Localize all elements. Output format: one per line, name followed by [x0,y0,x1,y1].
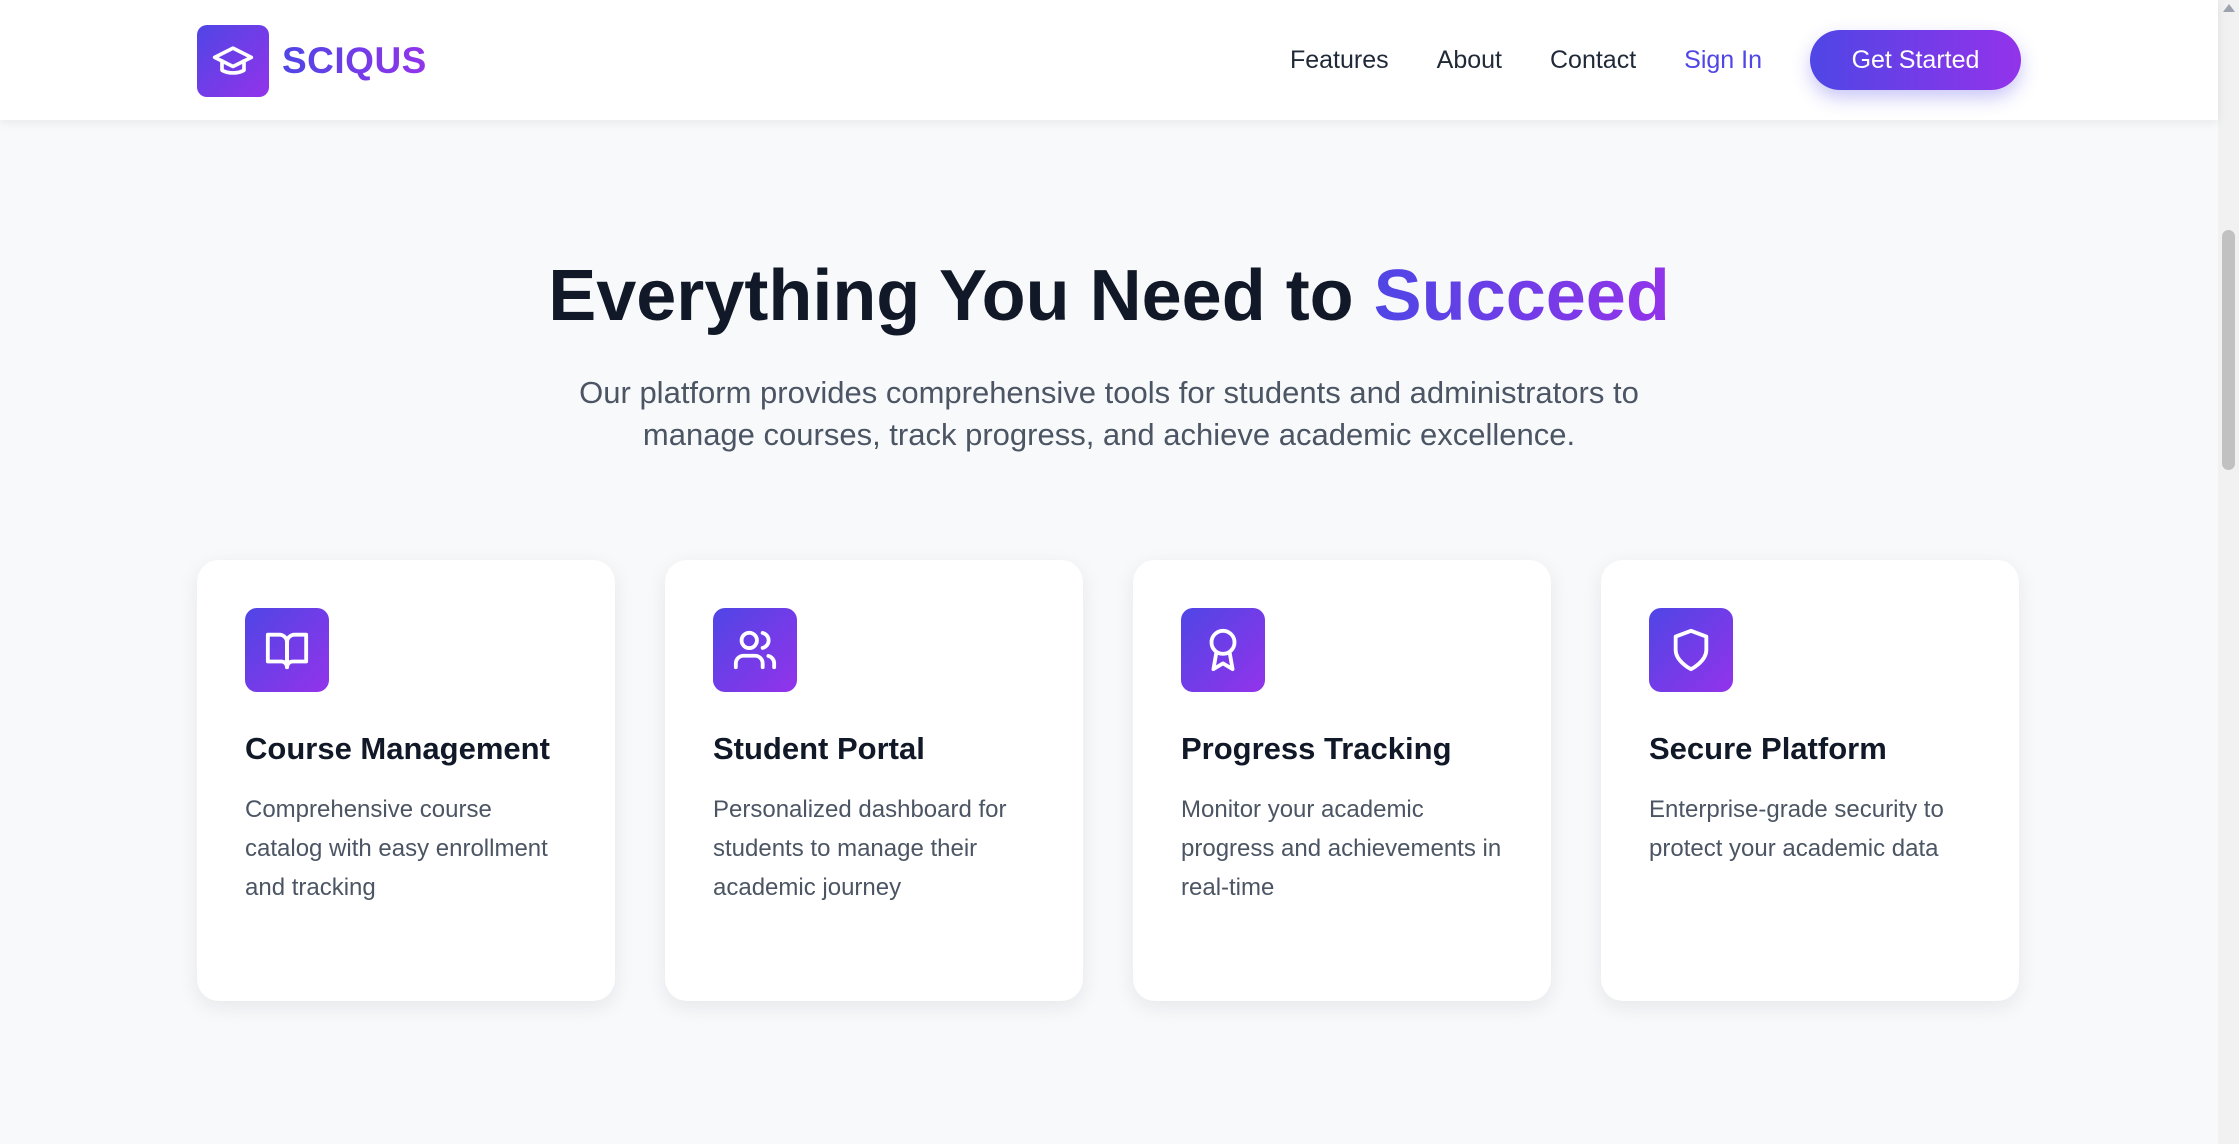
section-title: Everything You Need to Succeed [0,255,2218,338]
sign-in-link[interactable]: Sign In [1684,46,1762,75]
main-nav: Features About Contact Sign In Get Start… [1290,30,2021,90]
nav-link-about[interactable]: About [1437,46,1502,75]
feature-title: Course Management [245,731,550,766]
feature-card-student-portal: Student Portal Personalized dashboard fo… [665,560,1083,1001]
graduation-cap-icon [197,24,269,97]
scrollbar-thumb[interactable] [2222,230,2235,470]
feature-card-secure-platform: Secure Platform Enterprise-grade securit… [1601,560,2019,1001]
get-started-button[interactable]: Get Started [1810,30,2021,90]
feature-card-course-management: Course Management Comprehensive course c… [197,560,615,1001]
section-subtitle: Our platform provides comprehensive tool… [579,374,1639,452]
brand-logo-link[interactable]: SCIQUS [197,24,427,97]
feature-description: Comprehensive course catalog with easy e… [245,796,548,901]
vertical-scrollbar[interactable] [2218,0,2239,1144]
brand-name: SCIQUS [282,39,427,81]
feature-description: Enterprise-grade security to protect you… [1649,796,1944,862]
feature-description: Personalized dashboard for students to m… [713,796,1007,901]
feature-title: Progress Tracking [1181,731,1452,766]
users-icon [713,608,797,692]
landing-page: SCIQUS Features About Contact Sign In Ge… [0,0,2239,1144]
scroll-up-arrow-icon[interactable] [2223,4,2235,12]
section-title-accent: Succeed [1373,256,1670,336]
features-hero: Everything You Need to Succeed Our platf… [0,255,2218,456]
site-header: SCIQUS Features About Contact Sign In Ge… [0,0,2218,120]
feature-title: Secure Platform [1649,731,1887,766]
shield-icon [1649,608,1733,692]
nav-link-contact[interactable]: Contact [1550,46,1636,75]
feature-title: Student Portal [713,731,925,766]
feature-description: Monitor your academic progress and achie… [1181,796,1502,901]
book-open-icon [245,608,329,692]
feature-cards: Course Management Comprehensive course c… [197,560,2019,1001]
section-title-main: Everything You Need to [548,256,1374,336]
award-icon [1181,608,1265,692]
nav-link-features[interactable]: Features [1290,46,1389,75]
feature-card-progress-tracking: Progress Tracking Monitor your academic … [1133,560,1551,1001]
